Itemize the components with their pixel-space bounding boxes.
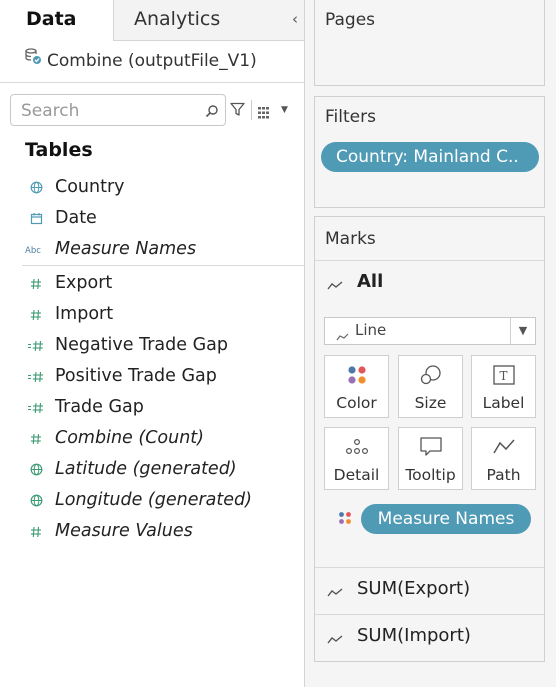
field-label: Import [55,304,114,324]
filters-title: Filters [325,107,376,127]
field-country[interactable]: Country [0,172,304,203]
datasource-name: Combine (outputFile_V1) [47,51,257,71]
detail-button[interactable]: Detail [324,427,389,490]
path-label: Path [486,466,521,484]
number-icon [24,423,48,454]
marks-export-label: SUM(Export) [357,578,471,599]
field-positive-trade-gap[interactable]: Positive Trade Gap [0,361,304,392]
datasource-icon [24,47,42,73]
field-label: Trade Gap [55,397,144,417]
field-negative-trade-gap[interactable]: Negative Trade Gap [0,330,304,361]
field-label: Measure Names [55,239,197,259]
field-label: Date [55,208,97,228]
color-label: Color [336,394,377,412]
pages-shelf[interactable]: Pages [314,0,545,86]
filter-pill-country[interactable]: Country: Mainland C.. [321,142,539,172]
search-input[interactable] [19,99,203,123]
calc-number-icon [24,330,48,361]
size-button[interactable]: Size [398,355,463,418]
calendar-icon [24,203,48,234]
marks-import-label: SUM(Import) [357,625,471,646]
color-dots-icon [325,364,388,386]
collapse-pane-icon[interactable]: ‹ [292,0,298,38]
globe-icon [24,172,48,203]
mark-type-value: Line [355,321,387,339]
svg-text:Abc: Abc [25,246,41,256]
path-line-icon [472,436,535,458]
number-icon [24,516,48,547]
field-label: Combine (Count) [55,428,204,448]
field-list: Country Date Abc Measure Names Export Im… [0,172,304,547]
line-mark-icon [327,583,343,602]
pages-title: Pages [325,10,376,30]
filter-icon[interactable] [230,102,245,121]
divider [22,265,304,266]
size-label: Size [414,394,447,412]
number-icon [24,299,48,330]
line-mark-icon [327,630,343,649]
field-measure-values[interactable]: Measure Values [0,516,304,547]
label-label: Label [482,394,525,412]
chevron-down-icon[interactable]: ▼ [510,318,535,344]
field-label: Negative Trade Gap [55,335,228,355]
field-measure-names[interactable]: Abc Measure Names [0,234,304,265]
detail-label: Detail [333,466,380,484]
field-label: Measure Values [55,521,193,541]
detail-dots-icon [325,436,388,458]
line-mark-icon [336,327,349,346]
divider [251,100,252,120]
search-icon[interactable] [205,103,219,122]
chevron-down-icon[interactable]: ▼ [281,105,288,115]
globe-icon [24,485,48,516]
calc-number-icon [24,392,48,423]
search-box[interactable] [10,94,226,126]
mark-type-select[interactable]: Line ▼ [324,317,536,345]
field-export[interactable]: Export [0,268,304,299]
tooltip-bubble-icon [399,436,462,458]
svg-text:T: T [499,369,507,383]
field-label: Latitude (generated) [55,459,237,479]
data-pane: Data Analytics ‹ Combine (outputFile_V1) [0,0,305,687]
tables-heading: Tables [25,139,93,161]
measure-names-pill[interactable]: Measure Names [361,504,531,534]
text-label-icon: T [472,364,535,386]
view-list-icon[interactable] [258,104,274,123]
field-label: Longitude (generated) [55,490,252,510]
filters-shelf[interactable]: Filters Country: Mainland C.. [314,96,545,208]
field-date[interactable]: Date [0,203,304,234]
marks-import-row[interactable]: SUM(Import) [315,614,544,660]
tab-data[interactable]: Data [0,0,114,41]
field-import[interactable]: Import [0,299,304,330]
field-longitude[interactable]: Longitude (generated) [0,485,304,516]
field-latitude[interactable]: Latitude (generated) [0,454,304,485]
color-dots-icon [338,510,352,529]
tooltip-button[interactable]: Tooltip [398,427,463,490]
pane-tabs: Data Analytics ‹ [0,0,304,41]
field-trade-gap[interactable]: Trade Gap [0,392,304,423]
path-button[interactable]: Path [471,427,536,490]
tooltip-label: Tooltip [405,466,456,484]
globe-icon [24,454,48,485]
line-mark-icon [327,276,343,295]
marks-card: Marks All Line ▼ Color Size T Label Deta… [314,216,545,662]
tab-analytics[interactable]: Analytics [134,0,220,40]
number-icon [24,268,48,299]
field-label: Export [55,273,113,293]
calc-number-icon [24,361,48,392]
field-label: Country [55,177,125,197]
size-circles-icon [399,364,462,386]
datasource[interactable]: Combine (outputFile_V1) [24,47,257,74]
marks-all-label: All [357,271,384,292]
marks-all-row[interactable]: All [315,260,544,306]
label-button[interactable]: T Label [471,355,536,418]
abc-icon: Abc [24,234,48,265]
divider [0,82,304,83]
field-label: Positive Trade Gap [55,366,217,386]
shelves-pane: Pages Filters Country: Mainland C.. Mark… [305,0,556,687]
marks-title: Marks [325,229,376,249]
field-combine-count[interactable]: Combine (Count) [0,423,304,454]
marks-export-row[interactable]: SUM(Export) [315,567,544,613]
color-button[interactable]: Color [324,355,389,418]
